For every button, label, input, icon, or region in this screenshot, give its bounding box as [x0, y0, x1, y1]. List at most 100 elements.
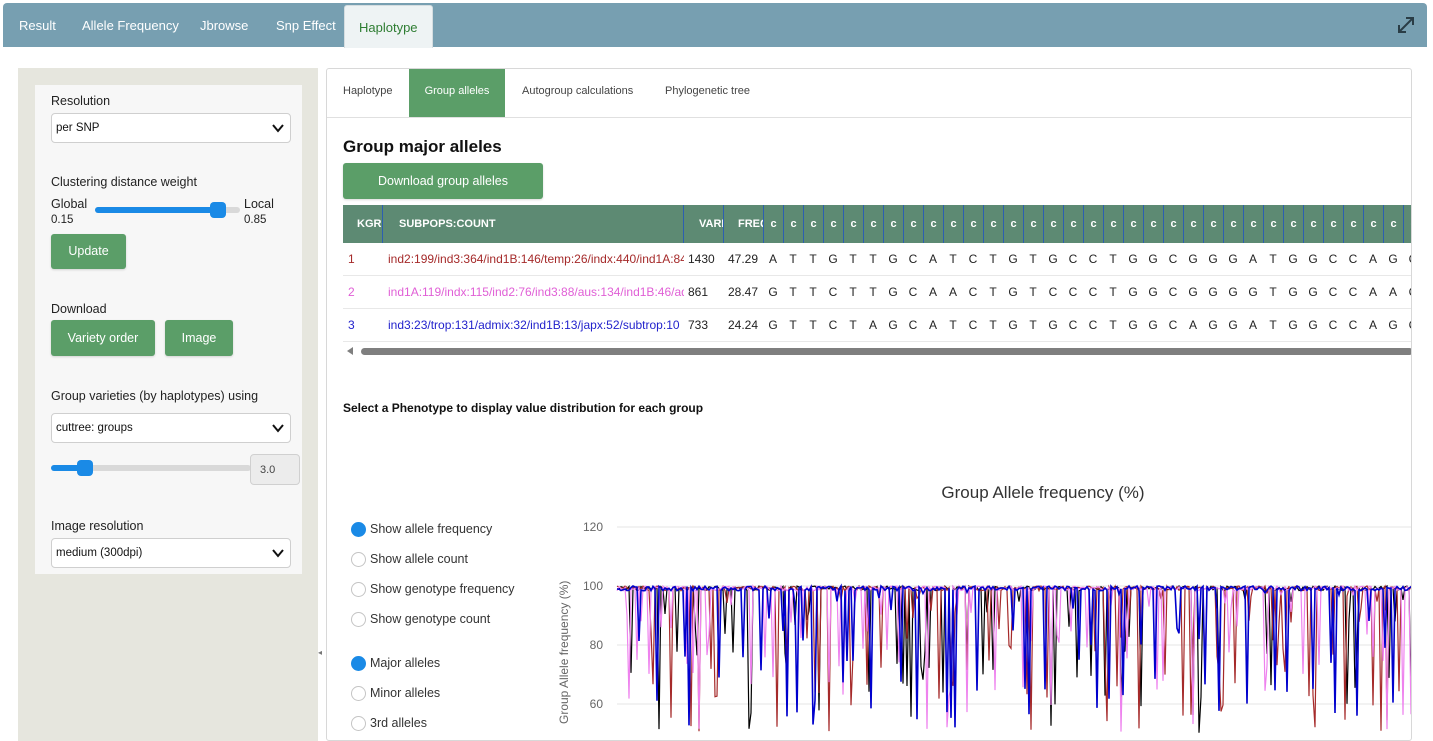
header-snp-position[interactable]: c [1104, 205, 1124, 243]
group-count-input[interactable]: 3.0 [250, 454, 300, 485]
allele-cell: T [989, 285, 997, 299]
radio-button[interactable] [351, 522, 366, 537]
radio-button[interactable] [351, 716, 366, 731]
header-snp-position[interactable]: c [1344, 205, 1364, 243]
allele-cell: C [1348, 252, 1358, 266]
image-button[interactable]: Image [165, 320, 233, 356]
header-snp-position[interactable]: c [1224, 205, 1244, 243]
tab-snp-effect[interactable]: Snp Effect [262, 3, 350, 47]
header-snp-position[interactable]: c [1184, 205, 1204, 243]
allele-cell: C [1328, 318, 1338, 332]
header-snp-position[interactable]: c [1144, 205, 1164, 243]
collapse-sidebar-icon[interactable]: ◂ [318, 648, 322, 657]
table-row[interactable]: 2 ind1A:119/indx:115/ind2:76/ind3:88/aus:… [343, 276, 1411, 309]
tab-allele-frequency[interactable]: Allele Frequency [68, 3, 193, 47]
allele-cell: C [1048, 285, 1058, 299]
global-label: Global [51, 197, 88, 211]
header-snp-position[interactable]: c [864, 205, 884, 243]
header-snp-position[interactable]: c [1084, 205, 1104, 243]
header-snp-position[interactable]: c [984, 205, 1004, 243]
header-snp-position[interactable]: c [1324, 205, 1344, 243]
allele-cell: A [928, 285, 937, 299]
clustering-weight-slider[interactable] [95, 202, 240, 218]
allele-cell: C [828, 318, 838, 332]
allele-cell: T [1269, 252, 1277, 266]
header-snp-position[interactable]: c [1264, 205, 1284, 243]
image-resolution-select[interactable]: medium (300dpi) [51, 538, 291, 568]
chevron-down-icon [272, 424, 284, 433]
subpops-cell: ind1A:119/indx:115/ind2:76/ind3:88/aus:1… [388, 285, 684, 299]
table-row[interactable]: 3 ind3:23/trop:131/admix:32/ind1B:13/japx… [343, 309, 1411, 342]
tab-jbrowse[interactable]: Jbrowse [186, 3, 262, 47]
header-snp-position[interactable]: c [1404, 205, 1411, 243]
radio-label: Major alleles [370, 656, 441, 670]
allele-cell: T [1109, 318, 1117, 332]
allele-cell: G [828, 252, 838, 266]
header-snp-position[interactable]: c [1244, 205, 1264, 243]
allele-cell: G [1288, 318, 1298, 332]
radio-button[interactable] [351, 552, 366, 567]
table-horizontal-scrollbar[interactable] [343, 347, 1411, 355]
slider-thumb[interactable] [210, 202, 226, 218]
allele-cell: G [1128, 252, 1138, 266]
radio-button[interactable] [351, 582, 366, 597]
tab-result[interactable]: Result [5, 3, 70, 47]
tab-group-alleles[interactable]: Group alleles [409, 69, 505, 117]
header-snp-position[interactable]: c [1124, 205, 1144, 243]
local-value: 0.85 [244, 214, 267, 226]
allele-cell: G [1308, 318, 1318, 332]
header-snp-position[interactable]: c [1284, 205, 1304, 243]
tab-phylogenetic-tree[interactable]: Phylogenetic tree [665, 69, 750, 117]
table-row[interactable]: 1 ind2:199/ind3:364/ind1B:146/temp:26/ind… [343, 243, 1411, 276]
slider-thumb[interactable] [77, 460, 93, 476]
variety-order-button[interactable]: Variety order [51, 320, 155, 356]
group-alleles-table: KGROUP SUBPOPS:COUNT VARIETIES FREQUENCY… [343, 205, 1411, 355]
header-snp-position[interactable]: c [1004, 205, 1024, 243]
header-snp-position[interactable]: c [964, 205, 984, 243]
header-varieties[interactable]: VARIETIES [684, 205, 724, 243]
allele-cell: A [948, 285, 957, 299]
header-snp-position[interactable]: c [1304, 205, 1324, 243]
scrollbar-thumb[interactable] [361, 348, 1411, 355]
group-by-select[interactable]: cuttree: groups [51, 413, 291, 443]
group-count-slider[interactable] [51, 460, 251, 476]
y-tick-label: 120 [583, 520, 603, 534]
header-subpops[interactable]: SUBPOPS:COUNT [383, 205, 684, 243]
header-snp-position[interactable]: c [764, 205, 784, 243]
header-snp-position[interactable]: c [1364, 205, 1384, 243]
radio-button[interactable] [351, 686, 366, 701]
main-panel: Haplotype Group alleles Autogroup calcul… [326, 68, 1412, 741]
tab-haplotype-sub[interactable]: Haplotype [343, 69, 393, 117]
download-group-alleles-button[interactable]: Download group alleles [343, 163, 543, 199]
header-snp-position[interactable]: c [1384, 205, 1404, 243]
header-kgroup[interactable]: KGROUP [343, 205, 383, 243]
kgroup-cell: 1 [348, 252, 355, 266]
resolution-select[interactable]: per SNP [51, 113, 291, 143]
tab-haplotype[interactable]: Haplotype [344, 5, 433, 48]
header-snp-position[interactable]: c [784, 205, 804, 243]
allele-cell: G [888, 252, 898, 266]
frequency-cell: 47.29 [728, 252, 759, 266]
header-snp-position[interactable]: c [1064, 205, 1084, 243]
header-snp-position[interactable]: c [1044, 205, 1064, 243]
header-snp-position[interactable]: c [904, 205, 924, 243]
radio-button[interactable] [351, 656, 366, 671]
expand-icon[interactable] [1397, 16, 1415, 34]
scroll-left-icon[interactable] [347, 347, 353, 355]
header-snp-position[interactable]: c [884, 205, 904, 243]
tab-autogroup-calculations[interactable]: Autogroup calculations [522, 69, 633, 117]
update-button[interactable]: Update [51, 234, 126, 269]
radio-button[interactable] [351, 612, 366, 627]
header-snp-position[interactable]: c [1204, 205, 1224, 243]
resolution-value: per SNP [56, 122, 100, 134]
header-frequency[interactable]: FREQUENCY [724, 205, 764, 243]
header-snp-position[interactable]: c [824, 205, 844, 243]
allele-cell: C [1403, 276, 1411, 309]
header-snp-position[interactable]: c [1164, 205, 1184, 243]
allele-cell: T [809, 252, 817, 266]
header-snp-position[interactable]: c [1024, 205, 1044, 243]
header-snp-position[interactable]: c [804, 205, 824, 243]
header-snp-position[interactable]: c [944, 205, 964, 243]
header-snp-position[interactable]: c [844, 205, 864, 243]
header-snp-position[interactable]: c [924, 205, 944, 243]
